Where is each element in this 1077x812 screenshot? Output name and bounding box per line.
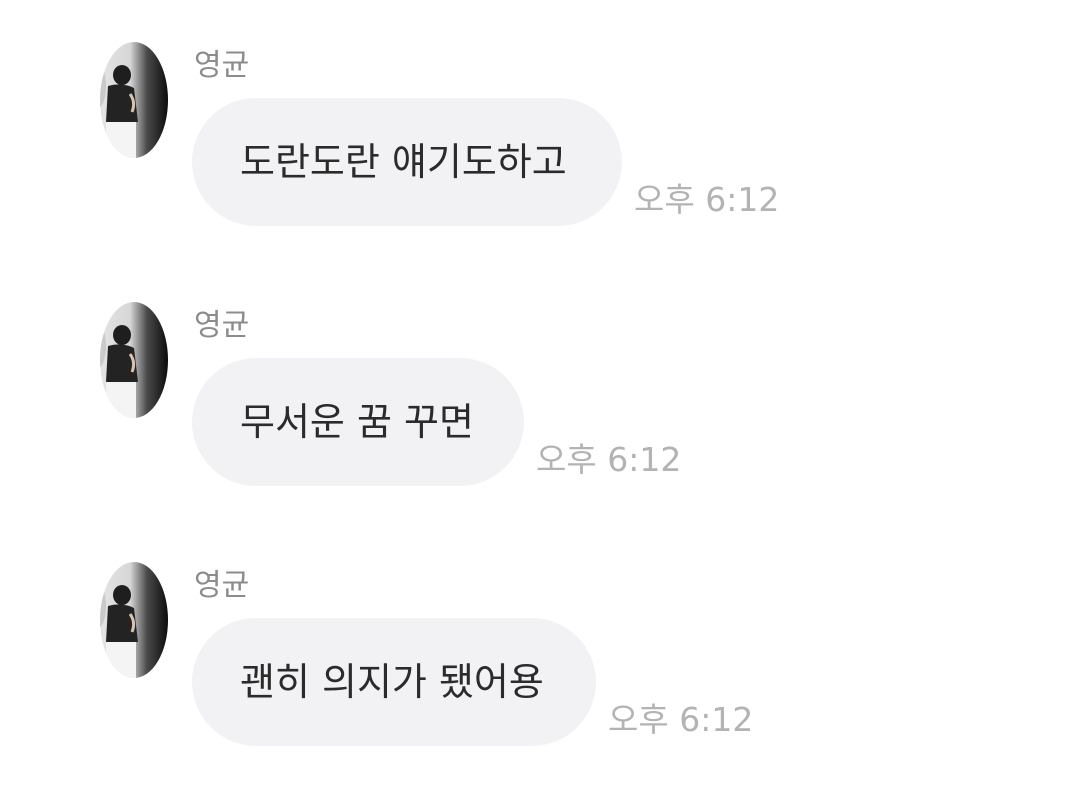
message-timestamp: 오후 6:12 <box>608 700 754 739</box>
message-row: 영균 무서운 꿈 꾸면 오후 6:12 <box>0 302 1077 502</box>
message-bubble[interactable]: 도란도란 얘기도하고 <box>192 98 622 226</box>
sender-avatar[interactable] <box>84 42 168 158</box>
message-row: 영균 도란도란 얘기도하고 오후 6:12 <box>0 42 1077 242</box>
sender-avatar[interactable] <box>84 302 168 418</box>
sender-name: 영균 <box>194 308 250 343</box>
message-bubble[interactable]: 무서운 꿈 꾸면 <box>192 358 524 486</box>
sender-name: 영균 <box>194 568 250 603</box>
message-text: 괜히 의지가 됐어용 <box>240 660 544 704</box>
sender-name: 영균 <box>194 48 250 83</box>
message-text: 무서운 꿈 꾸면 <box>240 400 474 444</box>
message-row: 영균 괜히 의지가 됐어용 오후 6:12 <box>0 562 1077 762</box>
message-bubble[interactable]: 괜히 의지가 됐어용 <box>192 618 596 746</box>
message-timestamp: 오후 6:12 <box>536 440 682 479</box>
chat-message-list: 영균 도란도란 얘기도하고 오후 6:12 영균 무서운 꿈 꾸면 오후 6:1… <box>0 0 1077 812</box>
sender-avatar[interactable] <box>84 562 168 678</box>
message-text: 도란도란 얘기도하고 <box>240 140 567 184</box>
message-timestamp: 오후 6:12 <box>634 180 780 219</box>
